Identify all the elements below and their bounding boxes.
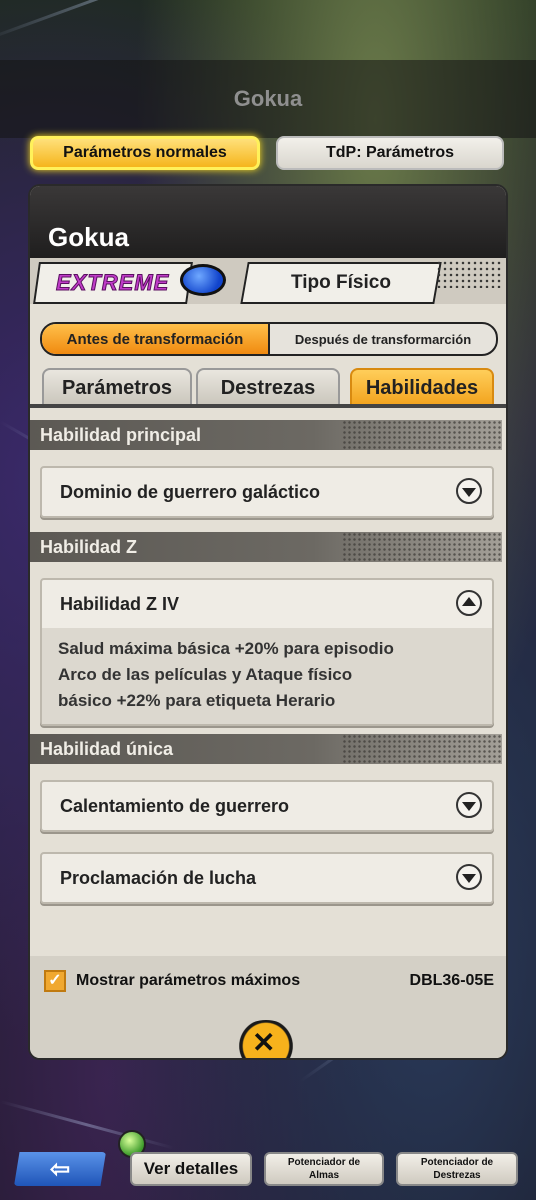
after-transform-option[interactable]: Después de transformarción xyxy=(270,324,496,354)
chevron-up-icon[interactable] xyxy=(456,590,482,616)
type-badge: Tipo Físico xyxy=(240,262,442,304)
skill-boost-button[interactable]: Potenciador de Destrezas xyxy=(396,1152,518,1186)
section-title: Habilidad única xyxy=(40,738,174,759)
back-button[interactable]: ⇦ xyxy=(14,1152,106,1186)
skill-card-row[interactable]: Calentamiento de guerrero xyxy=(42,782,492,830)
skill-boost-label-2: Destrezas xyxy=(433,1170,481,1181)
show-max-checkbox[interactable]: ✓ xyxy=(44,970,66,992)
skill-title: Habilidad Z IV xyxy=(60,593,180,614)
soul-boost-label-2: Almas xyxy=(308,1170,339,1181)
skill-title: Proclamación de lucha xyxy=(60,867,257,888)
background-streak xyxy=(0,1100,175,1150)
background-streak xyxy=(0,0,225,43)
screen-title-bar: Gokua xyxy=(0,60,536,138)
type-label: Tipo Físico xyxy=(291,272,391,293)
skill-description: Salud máxima básica +20% para episodio A… xyxy=(42,628,492,724)
skill-description-line: Salud máxima básica +20% para episodio xyxy=(58,639,394,658)
skill-card-main[interactable]: Dominio de guerrero galáctico xyxy=(40,466,494,518)
chevron-down-icon[interactable] xyxy=(456,478,482,504)
character-name: Gokua xyxy=(48,222,129,252)
character-panel: Gokua EXTREME Tipo Físico Antes de trans… xyxy=(30,186,506,1058)
soul-boost-label-1: Potenciador de xyxy=(287,1157,361,1168)
skill-card-row[interactable]: Habilidad Z IV xyxy=(42,580,492,628)
halftone-decoration xyxy=(436,260,502,288)
before-transform-option[interactable]: Antes de transformación xyxy=(42,324,270,354)
close-icon: ✕ xyxy=(252,1027,276,1058)
screen-title: Gokua xyxy=(233,86,303,111)
section-main-skill: Habilidad principal xyxy=(30,420,502,450)
skill-description-line: básico +22% para etiqueta Herario xyxy=(58,691,336,710)
skill-card-row[interactable]: Dominio de guerrero galáctico xyxy=(42,468,492,516)
skill-card-row[interactable]: Proclamación de lucha xyxy=(42,854,492,902)
soul-boost-button[interactable]: Potenciador de Almas xyxy=(264,1152,384,1186)
tab-bar: Parámetros Destrezas Habilidades xyxy=(30,364,506,406)
type-gem-icon xyxy=(180,264,226,296)
skill-title: Dominio de guerrero galáctico xyxy=(60,481,321,502)
arrow-left-icon: ⇦ xyxy=(49,1155,71,1183)
section-unique-skill: Habilidad única xyxy=(30,734,502,764)
section-z-skill: Habilidad Z xyxy=(30,532,502,562)
tab-underline xyxy=(30,404,506,408)
form-toggle: Antes de transformación Después de trans… xyxy=(40,322,498,356)
section-title: Habilidad principal xyxy=(40,424,202,445)
skill-boost-label-1: Potenciador de xyxy=(420,1157,494,1168)
rarity-badge: EXTREME xyxy=(33,262,193,304)
panel-header: Gokua xyxy=(30,186,506,258)
tdp-params-button[interactable]: TdP: Parámetros xyxy=(276,136,504,170)
show-max-label: Mostrar parámetros máximos xyxy=(76,972,301,989)
skill-title: Calentamiento de guerrero xyxy=(60,795,290,816)
character-code: DBL36-05E xyxy=(409,972,494,989)
chevron-down-icon[interactable] xyxy=(456,864,482,890)
close-button[interactable]: ✕ xyxy=(226,1012,306,1058)
view-details-button[interactable]: Ver detalles xyxy=(130,1152,252,1186)
normal-params-button[interactable]: Parámetros normales xyxy=(30,136,260,170)
section-title: Habilidad Z xyxy=(40,536,138,557)
tab-destrezas[interactable]: Destrezas xyxy=(196,368,340,406)
skill-card-unique-2[interactable]: Proclamación de lucha xyxy=(40,852,494,904)
tab-habilidades[interactable]: Habilidades xyxy=(350,368,494,406)
skill-card-unique-1[interactable]: Calentamiento de guerrero xyxy=(40,780,494,832)
tab-parametros[interactable]: Parámetros xyxy=(42,368,192,406)
skill-description-line: Arco de las películas y Ataque físico xyxy=(58,665,353,684)
rarity-label: EXTREME xyxy=(56,270,170,296)
skill-card-z[interactable]: Habilidad Z IV Salud máxima básica +20% … xyxy=(40,578,494,726)
chevron-down-icon[interactable] xyxy=(456,792,482,818)
